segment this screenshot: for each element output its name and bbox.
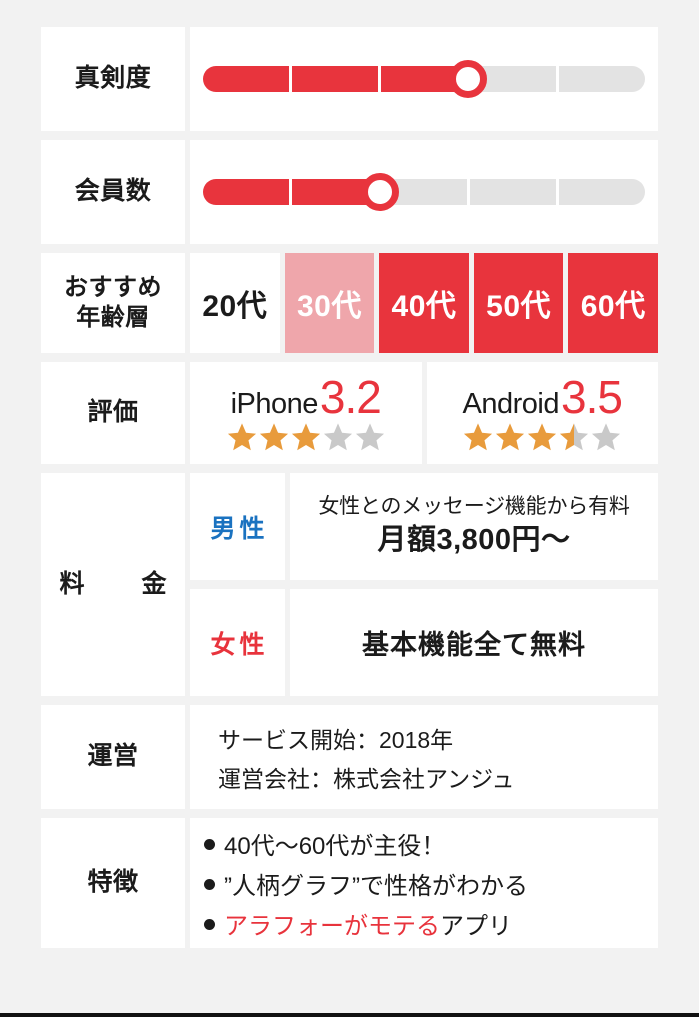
price-line-female: 女性 基本機能全て無料 (190, 589, 658, 696)
row-label-recommended-age-line1: おすすめ (64, 274, 162, 301)
table-row-recommended-age: おすすめ 年齢層 20代 30代 40代 50代 60代 (41, 253, 658, 353)
app-spec-table: 真剣度 会員数 おすすめ 年齢層 20代 30代 40代 50代 60代 評価 … (41, 27, 658, 957)
price-note-male: 女性とのメッセージ機能から有料 (318, 495, 630, 519)
rating-headline-iphone: iPhone 3.2 (230, 370, 382, 423)
row-label-recommended-age-line2: 年齢層 (76, 304, 150, 331)
rating-cell-android: Android 3.5 (426, 362, 658, 464)
star-icon (259, 422, 288, 450)
slider-segment (292, 66, 378, 92)
age-cell-30s: 30代 (284, 253, 375, 353)
slider-segment (559, 179, 645, 205)
gender-label-male: 男性 (190, 473, 285, 580)
bullet-icon (204, 918, 215, 930)
slider-segment (203, 179, 289, 205)
member-count-slider[interactable] (203, 173, 645, 211)
slider-segment (203, 66, 289, 92)
rating-cell-iphone: iPhone 3.2 (190, 362, 422, 464)
row-body-operator: サービス開始：2018年 運営会社：株式会社アンジュ (190, 705, 658, 809)
star-icon (464, 422, 493, 450)
rating-list: iPhone 3.2 Android 3.5 (190, 362, 658, 464)
bottom-divider (0, 1013, 699, 1017)
star-icon (323, 422, 352, 450)
age-group-list: 20代 30代 40代 50代 60代 (190, 253, 658, 353)
rating-platform-android: Android (462, 387, 560, 420)
row-body-recommended-age: 20代 30代 40代 50代 60代 (185, 253, 658, 353)
feature-text-1: 40代〜60代が主役！ (224, 832, 446, 860)
half-star-icon (560, 422, 589, 450)
table-row-rating: 評価 iPhone 3.2 Android 3.5 (41, 362, 658, 464)
rating-score-iphone: 3.2 (319, 370, 382, 423)
row-body-rating: iPhone 3.2 Android 3.5 (185, 362, 658, 464)
operator-company: 運営会社：株式会社アンジュ (218, 765, 515, 792)
gender-label-female: 女性 (190, 589, 285, 696)
table-row-features: 特徴 40代〜60代が主役！ ”人柄グラフ”で性格がわかる アラフォーがモテる … (41, 818, 658, 948)
age-cell-40s: 40代 (379, 253, 469, 353)
table-row-operator: 運営 サービス開始：2018年 運営会社：株式会社アンジュ (41, 705, 658, 809)
age-cell-60s: 60代 (568, 253, 658, 353)
features-list: 40代〜60代が主役！ ”人柄グラフ”で性格がわかる アラフォーがモテる アプリ (204, 826, 528, 941)
price-main-female: 基本機能全て無料 (362, 630, 586, 660)
list-item: アラフォーがモテる アプリ (204, 906, 528, 941)
seriousness-slider-track (203, 66, 645, 92)
price-line-male: 男性 女性とのメッセージ機能から有料 月額3,800円〜 (190, 473, 658, 580)
list-item: 40代〜60代が主役！ (204, 826, 528, 861)
price-main-male: 月額3,800円〜 (377, 523, 571, 556)
slider-segment (559, 66, 645, 92)
seriousness-slider[interactable] (203, 60, 645, 98)
price-detail-female: 基本機能全て無料 (290, 589, 658, 696)
rating-score-android: 3.5 (561, 370, 623, 423)
table-row-price: 料 金 男性 女性とのメッセージ機能から有料 月額3,800円〜 女性 基本機能… (41, 473, 658, 696)
age-cell-50s: 50代 (473, 253, 564, 353)
age-cell-20s: 20代 (190, 253, 280, 353)
slider-segment (470, 179, 556, 205)
row-body-features: 40代〜60代が主役！ ”人柄グラフ”で性格がわかる アラフォーがモテる アプリ (190, 818, 658, 948)
rating-stars-iphone (227, 422, 385, 451)
row-label-seriousness: 真剣度 (41, 27, 185, 131)
feature-text-3-accent: アラフォーがモテる (224, 912, 440, 940)
row-label-price: 料 金 (41, 473, 185, 696)
row-label-recommended-age: おすすめ 年齢層 (41, 253, 185, 353)
list-item: ”人柄グラフ”で性格がわかる (204, 866, 528, 901)
row-label-operator: 運営 (41, 705, 185, 809)
row-label-features: 特徴 (41, 818, 185, 948)
star-icon (227, 422, 256, 450)
star-icon (291, 422, 320, 450)
star-icon (592, 422, 621, 450)
row-body-seriousness (190, 27, 658, 131)
table-row-member-count: 会員数 (41, 140, 658, 244)
price-detail-male: 女性とのメッセージ機能から有料 月額3,800円〜 (290, 473, 658, 580)
row-body-member-count (190, 140, 658, 244)
bullet-icon (204, 838, 215, 850)
table-row-seriousness: 真剣度 (41, 27, 658, 131)
member-count-slider-knob[interactable] (360, 173, 399, 211)
bullet-icon (204, 878, 215, 890)
star-icon (528, 422, 557, 450)
star-icon (355, 422, 384, 450)
member-count-slider-track (203, 179, 645, 205)
star-icon (496, 422, 525, 450)
row-label-member-count: 会員数 (41, 140, 185, 244)
rating-platform-iphone: iPhone (230, 387, 319, 420)
feature-text-2: ”人柄グラフ”で性格がわかる (224, 872, 528, 900)
operator-info-list: サービス開始：2018年 運営会社：株式会社アンジュ (218, 721, 514, 794)
feature-text-3-tail: アプリ (440, 912, 512, 940)
rating-headline-android: Android 3.5 (462, 370, 623, 423)
row-body-price: 男性 女性とのメッセージ機能から有料 月額3,800円〜 女性 基本機能全て無料 (185, 473, 658, 696)
rating-stars-android (463, 422, 621, 451)
row-label-rating: 評価 (41, 362, 185, 464)
operator-service-start: サービス開始：2018年 (218, 726, 454, 753)
seriousness-slider-knob[interactable] (449, 60, 488, 98)
